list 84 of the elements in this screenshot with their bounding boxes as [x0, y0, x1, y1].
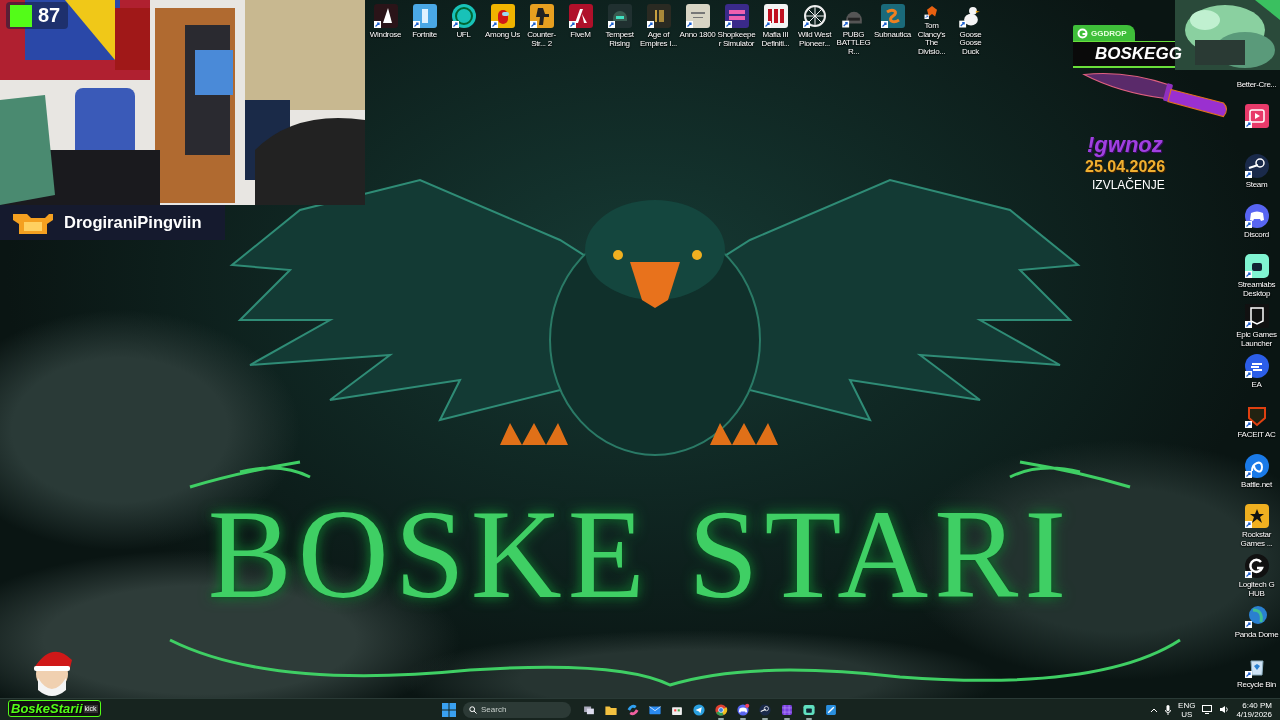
play-frame-icon [1244, 104, 1269, 128]
shop-sign-icon [724, 4, 749, 28]
soldier-icon [529, 4, 554, 28]
desktop-shortcut[interactable]: EA [1233, 350, 1280, 400]
language-indicator[interactable]: ENG US [1178, 700, 1196, 719]
wave-icon [880, 4, 905, 28]
draw-caption: IZVLAČENJE [1092, 178, 1165, 192]
shield-outline-icon [1244, 304, 1269, 328]
colorful-swirl-icon [626, 702, 640, 717]
parchment-icon [685, 4, 710, 28]
camera-tile-icon [802, 702, 816, 717]
desktop-shortcut[interactable]: Counter-Str... 2 [522, 0, 561, 56]
desktop-shortcut[interactable]: FiveM [561, 0, 600, 56]
desktop-shortcut[interactable]: Battle.net [1233, 450, 1280, 500]
desktop-shortcut[interactable]: Tom Clancy's The Divisio... [912, 0, 951, 56]
volume-icon[interactable] [1219, 705, 1230, 714]
channel-name: BoskeStarii [11, 701, 83, 716]
search-icon [469, 705, 477, 714]
search-field[interactable]: Search [463, 701, 571, 718]
desktop-shortcut[interactable]: FACEIT AC [1233, 400, 1280, 450]
g-logo-icon [1077, 27, 1088, 39]
piston-circle-icon [758, 702, 772, 717]
desktop-shortcut[interactable]: Age of Empires I... [639, 0, 678, 56]
running-indicator [762, 717, 768, 720]
pinwheel-icon [714, 702, 728, 717]
grid-icon [780, 702, 794, 717]
desktop-shortcut[interactable]: Shopkeeper Simulator [717, 0, 756, 56]
desktop-shortcut[interactable]: Panda Dome [1233, 600, 1280, 650]
sponsor-tag: GGDROP [1073, 25, 1135, 41]
desktop-shortcut[interactable]: Goose Goose Duck [951, 0, 990, 56]
streamer-name: DrogiraniPingviin [64, 213, 202, 232]
clock-date: 4/19/2026 [1236, 709, 1272, 719]
kick-logo-icon [10, 4, 32, 27]
soldier-helmet-icon [607, 4, 632, 28]
running-indicator [806, 717, 812, 720]
three-bars-icon [763, 4, 788, 28]
slash-tile-icon [568, 4, 593, 28]
camera-tile-icon [1244, 254, 1269, 278]
desktop-shortcut[interactable]: Better-Cre... [1233, 76, 1280, 100]
viewer-count: 87 [38, 4, 61, 27]
clock[interactable]: 6:40 PM 4/19/2026 [1236, 700, 1272, 719]
desktop-shortcut[interactable]: Logitech G HUB [1233, 550, 1280, 600]
chevron-up-icon[interactable] [1150, 706, 1159, 713]
desktop-shortcut[interactable]: Steam [1233, 150, 1280, 200]
paper-plane-icon [692, 702, 706, 717]
ring-icon [451, 4, 476, 28]
clock-time: 6:40 PM [1242, 700, 1272, 710]
desktop-shortcut[interactable]: Streamlabs Desktop [1233, 250, 1280, 300]
microphone-icon[interactable] [1165, 704, 1172, 715]
desktop-shortcut[interactable]: Subnautica [873, 0, 912, 56]
desktop-shortcut[interactable]: UFL [444, 0, 483, 56]
column-tile-icon [412, 4, 437, 28]
crewmate-icon [490, 4, 515, 28]
shield-icon [1244, 404, 1269, 428]
desktop-shortcut[interactable]: Epic Games Launcher [1233, 300, 1280, 350]
giveaway-command: !gwnoz [1087, 132, 1163, 158]
promo-code: BOSKEGG [1095, 44, 1182, 64]
game-controller-icon [736, 702, 750, 717]
draw-date: 25.04.2026 [1085, 158, 1166, 176]
sail-icon [373, 4, 398, 28]
desktop-shortcut[interactable]: Wild West Pioneer... [795, 0, 834, 56]
desktop-shortcut[interactable]: Fortnite [405, 0, 444, 56]
wallpaper-title: BOSKE STARI [207, 490, 1073, 620]
desktop-shortcut[interactable]: PUBG BATTLEGR... [834, 0, 873, 56]
language-code: ENG [1178, 700, 1196, 710]
wagon-wheel-icon [802, 4, 827, 28]
region-code: US [1181, 709, 1193, 719]
paint-icon [824, 702, 838, 717]
desktop-shortcut[interactable]: Recycle Bin [1233, 650, 1280, 700]
desktop-shortcut[interactable]: Among Us [483, 0, 522, 56]
swirl-icon [1244, 604, 1269, 628]
desktop-shortcut[interactable]: Discord [1233, 200, 1280, 250]
running-indicator [718, 717, 724, 720]
network-icon[interactable] [1202, 705, 1213, 714]
desktop-shortcut[interactable]: Mafia III Definiti... [756, 0, 795, 56]
bars-emblem-icon [646, 4, 671, 28]
desktop-shortcut[interactable]: Anno 1800 [678, 0, 717, 56]
desktop-shortcut[interactable]: Windrose [366, 0, 405, 56]
star-tile-icon [1244, 504, 1269, 528]
running-indicator [784, 717, 790, 720]
desktop-shortcut[interactable]: Rockstar Games ... [1233, 500, 1280, 550]
running-indicator [740, 717, 746, 720]
desktop-shortcut[interactable]: Tempest Rising [600, 0, 639, 56]
game-controller-icon [1244, 204, 1269, 228]
